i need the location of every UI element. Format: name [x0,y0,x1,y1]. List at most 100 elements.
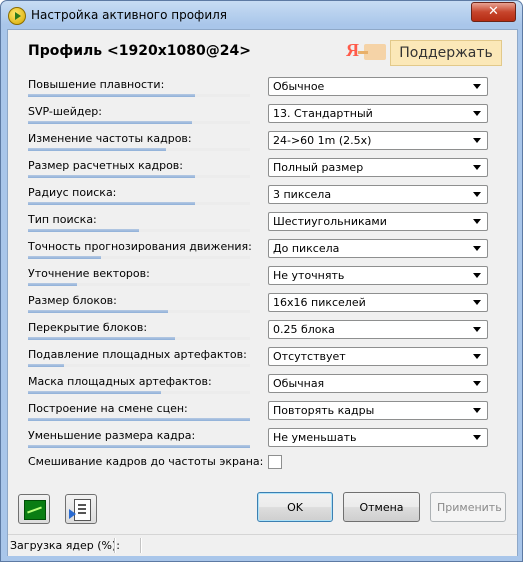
setting-label: Тип поиска: [28,213,97,226]
chevron-down-icon [473,84,481,89]
frame-blending-checkbox[interactable] [268,455,282,469]
setting-level-fill [28,391,162,394]
svp-app-icon [8,7,26,25]
ok-button[interactable]: OK [257,492,333,522]
status-cpu-load: Загрузка ядер (%): [10,539,121,552]
setting-label: Уменьшение размера кадра: [28,429,196,442]
chevron-down-icon [473,273,481,278]
setting-row: Изменение частоты кадров: 24->60 1m (2.5x… [26,130,510,156]
setting-dropdown-value: 24->60 1m (2.5x) [273,134,372,147]
setting-level-fill [28,229,139,232]
setting-level-bar [28,445,250,448]
setting-level-bar [28,121,250,124]
status-bar: Загрузка ядер (%): [8,534,517,556]
setting-row: Тип поиска: Шестиугольниками [26,211,510,237]
setting-dropdown[interactable]: Обычное [268,77,488,96]
setting-dropdown[interactable]: Обычная [268,374,488,393]
setting-level-fill [28,148,166,151]
chevron-down-icon [473,165,481,170]
setting-dropdown[interactable]: 3 пиксела [268,185,488,204]
setting-label: Размер блоков: [28,294,117,307]
setting-row: Уменьшение размера кадра: Не уменьшать [26,427,510,453]
setting-label: Перекрытие блоков: [28,321,148,334]
dialog-client-area: Профиль <1920x1080@24> Я Поддержать Повы… [7,29,518,556]
setting-level-bar [28,256,250,259]
setting-label: Изменение частоты кадров: [28,132,192,145]
frame-blending-label: Смешивание кадров до частоты экрана: [28,455,264,468]
setting-level-bar [28,364,250,367]
donate-button[interactable]: Поддержать [390,40,502,66]
setting-row: Построение на смене сцен: Повторять кадры [26,400,510,426]
setting-level-fill [28,283,77,286]
setting-level-fill [28,310,168,313]
setting-dropdown[interactable]: 13. Стандартный [268,104,488,123]
setting-level-bar [28,418,250,421]
setting-dropdown-value: Повторять кадры [273,404,375,417]
graph-button[interactable] [18,494,50,524]
document-icon [74,499,91,521]
setting-dropdown-value: До пиксела [273,242,340,255]
setting-row: Перекрытие блоков: 0.25 блока [26,319,510,345]
wallet-icon [358,44,386,60]
apply-button[interactable]: Применить [430,492,506,522]
setting-dropdown[interactable]: Не уменьшать [268,428,488,447]
profile-settings-window: Настройка активного профиля ✕ Профиль <1… [0,0,523,562]
setting-label: Радиус поиска: [28,186,117,199]
setting-level-fill [28,121,193,124]
setting-dropdown-value: 16x16 пикселей [273,296,366,309]
chevron-down-icon [473,192,481,197]
donate-banner[interactable]: Я Поддержать [338,38,510,68]
profile-title: Профиль <1920x1080@24> [28,43,251,59]
setting-level-fill [28,418,250,421]
setting-level-fill [28,202,195,205]
setting-dropdown[interactable]: Отсутствует [268,347,488,366]
chevron-down-icon [473,138,481,143]
setting-dropdown-value: Полный размер [273,161,364,174]
setting-dropdown-value: Отсутствует [273,350,346,363]
setting-level-bar [28,148,250,151]
setting-dropdown-value: Не уменьшать [273,431,357,444]
setting-label: Построение на смене сцен: [28,402,188,415]
setting-label: Повышение плавности: [28,78,165,91]
export-profile-button[interactable] [65,494,97,524]
cancel-button[interactable]: Отмена [343,492,420,522]
chevron-down-icon [473,381,481,386]
setting-label: Размер расчетных кадров: [28,159,183,172]
chevron-down-icon [473,300,481,305]
close-button[interactable]: ✕ [471,2,516,22]
setting-dropdown[interactable]: 24->60 1m (2.5x) [268,131,488,150]
chevron-down-icon [473,219,481,224]
setting-label: Точность прогнозирования движения: [28,240,252,253]
setting-label: Маска площадных артефактов: [28,375,212,388]
setting-level-bar [28,337,250,340]
chevron-down-icon [473,435,481,440]
setting-dropdown-value: 13. Стандартный [273,107,373,120]
setting-dropdown[interactable]: 0.25 блока [268,320,488,339]
setting-dropdown[interactable]: 16x16 пикселей [268,293,488,312]
frame-blending-row: Смешивание кадров до частоты экрана: [26,453,510,479]
status-separator [140,538,141,553]
setting-level-bar [28,229,250,232]
setting-dropdown[interactable]: Шестиугольниками [268,212,488,231]
setting-level-fill [28,337,175,340]
setting-row: Уточнение векторов: Не уточнять [26,265,510,291]
setting-label: SVP-шейдер: [28,105,102,118]
setting-dropdown[interactable]: Не уточнять [268,266,488,285]
status-separator [114,538,115,553]
chevron-down-icon [473,111,481,116]
chevron-down-icon [473,354,481,359]
title-bar[interactable]: Настройка активного профиля ✕ [1,1,522,29]
setting-level-bar [28,202,250,205]
setting-dropdown[interactable]: Полный размер [268,158,488,177]
setting-level-fill [28,175,195,178]
setting-dropdown[interactable]: Повторять кадры [268,401,488,420]
setting-dropdown-value: Обычное [273,80,325,93]
setting-dropdown-value: 3 пиксела [273,188,332,201]
setting-dropdown[interactable]: До пиксела [268,239,488,258]
setting-dropdown-value: 0.25 блока [273,323,335,336]
chevron-down-icon [473,246,481,251]
setting-row: Точность прогнозирования движения: До пик… [26,238,510,264]
setting-level-fill [28,94,195,97]
window-title: Настройка активного профиля [31,8,228,22]
chevron-down-icon [473,327,481,332]
